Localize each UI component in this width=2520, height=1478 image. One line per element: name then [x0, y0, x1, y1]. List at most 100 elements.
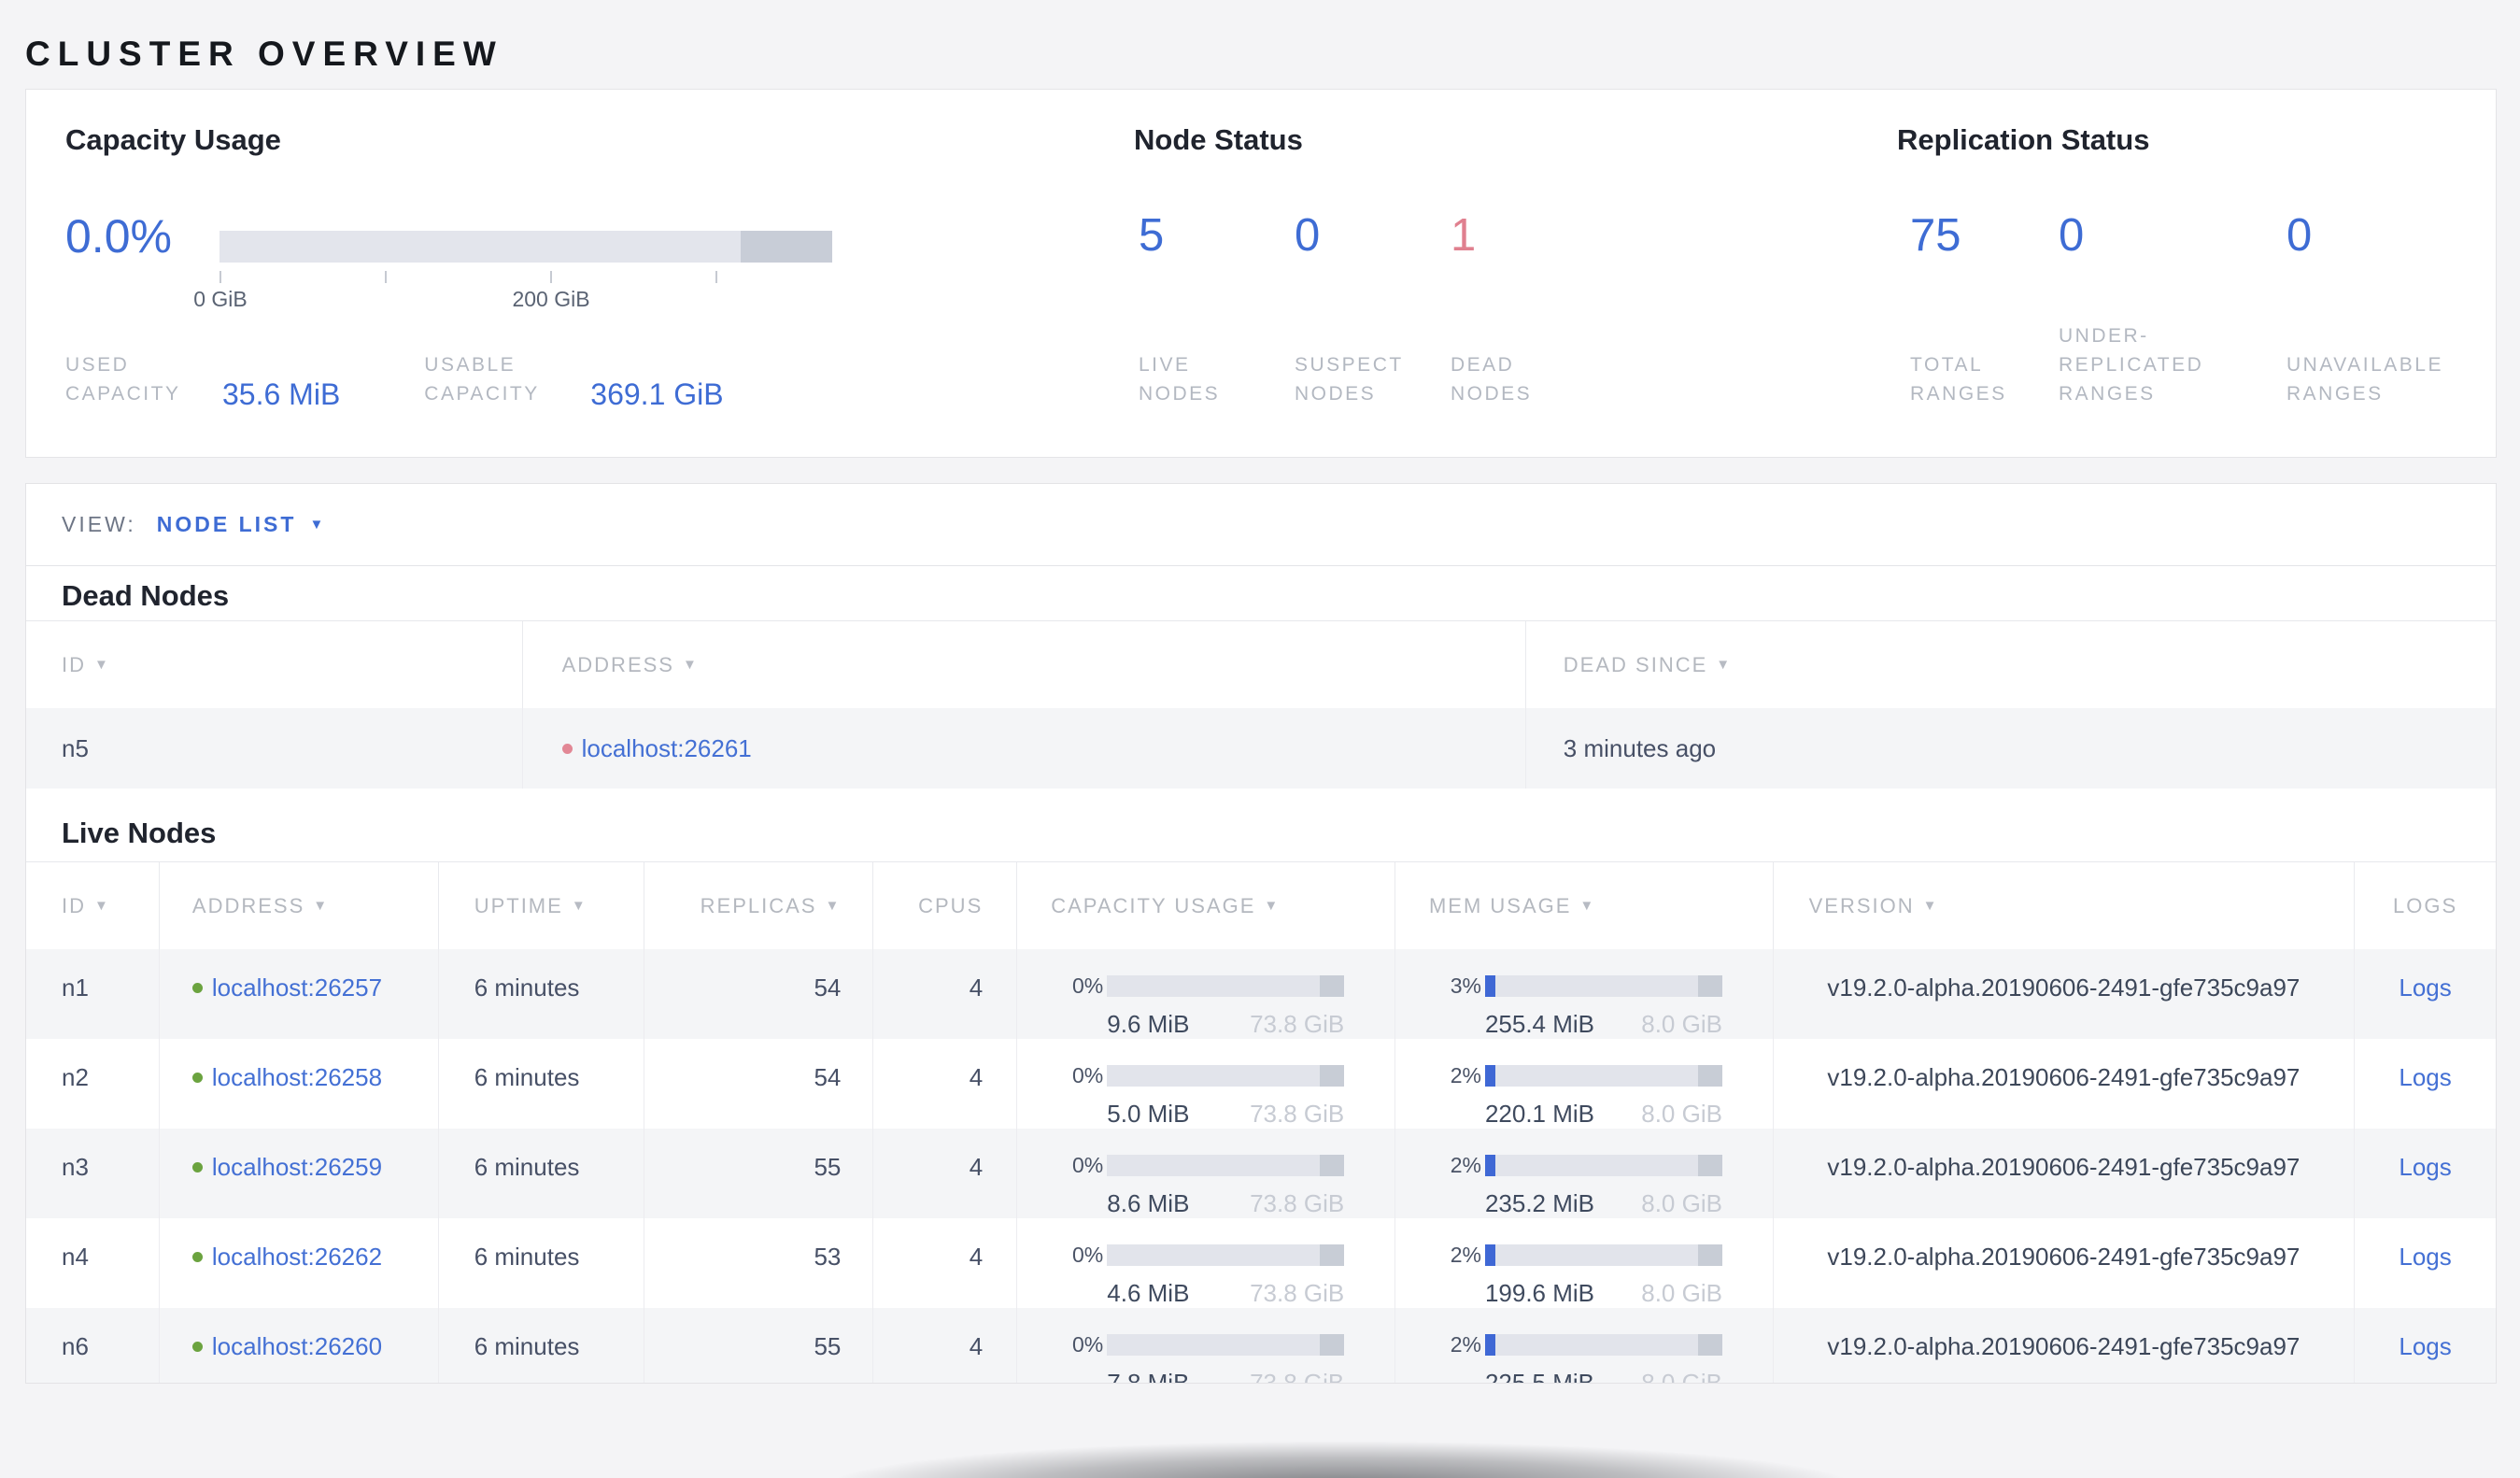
- cpus-cell: 4: [873, 1129, 1018, 1218]
- node-address-link[interactable]: localhost:26257: [212, 972, 382, 1003]
- sort-icon: ▼: [1716, 657, 1733, 673]
- column-header-logs: LOGS: [2392, 893, 2458, 917]
- logs-cell: Logs: [2355, 949, 2496, 1039]
- capacity-used-value: 8.6 MiB: [1107, 1189, 1190, 1217]
- replicas-cell: 53: [644, 1218, 874, 1308]
- total-ranges-count: 75: [1910, 210, 1961, 261]
- capacity-percent-label: 0%: [1072, 973, 1104, 998]
- uptime-cell: 6 minutes: [439, 1218, 644, 1308]
- node-id-cell: n6: [26, 1308, 160, 1383]
- logs-cell: Logs: [2355, 1129, 2496, 1218]
- logs-link[interactable]: Logs: [2399, 973, 2451, 1002]
- capacity-bar-dark: [740, 231, 832, 263]
- dead-nodes-table-body: n5 localhost:26261 3 minutes ago: [26, 708, 2496, 789]
- usable-capacity-value: 369.1 GiB: [590, 377, 724, 411]
- column-header-address[interactable]: ADDRESS ▼: [523, 621, 1526, 708]
- capacity-percent-label: 0%: [1072, 1243, 1104, 1267]
- logs-link[interactable]: Logs: [2399, 1243, 2451, 1271]
- live-nodes-heading: Live Nodes: [62, 817, 217, 849]
- chevron-down-icon[interactable]: ▼: [309, 517, 323, 533]
- column-header-id[interactable]: ID ▼: [26, 862, 160, 949]
- mem-total-value: 8.0 GiB: [1641, 1010, 1722, 1038]
- sort-icon: ▼: [682, 657, 699, 673]
- mem-percent-label: 3%: [1450, 973, 1481, 998]
- mem-used-value: 199.6 MiB: [1484, 1279, 1595, 1307]
- capacity-usage-cell: 0% 4.6 MiB 73.8 GiB: [1017, 1218, 1395, 1308]
- axis-label-0gib: 0 GiB: [193, 287, 248, 311]
- node-address-link[interactable]: localhost:26262: [212, 1241, 382, 1272]
- uptime-cell: 6 minutes: [439, 949, 644, 1039]
- usable-capacity-label: USABLE CAPACITY: [424, 354, 540, 405]
- column-header-capacity-usage[interactable]: CAPACITY USAGE ▼: [1017, 862, 1395, 949]
- capacity-used-value: 4.6 MiB: [1107, 1279, 1190, 1307]
- page-title: CLUSTER OVERVIEW: [25, 34, 503, 73]
- column-header-address[interactable]: ADDRESS ▼: [160, 862, 439, 949]
- live-node-row: n6 localhost:26260 6 minutes 55 4 0% 7.8…: [26, 1308, 2496, 1384]
- node-address-cell: localhost:26261: [523, 708, 1526, 789]
- sort-icon: ▼: [1579, 898, 1596, 914]
- replication-values: 75 0 0: [1910, 209, 2520, 262]
- mem-used-value: 225.5 MiB: [1484, 1369, 1595, 1384]
- capacity-total-value: 73.8 GiB: [1250, 1189, 1345, 1217]
- mem-usage-cell: 2% 225.5 MiB 8.0 GiB: [1395, 1308, 1774, 1384]
- node-address-link[interactable]: localhost:26261: [582, 734, 752, 763]
- capacity-usage-cell: 0% 9.6 MiB 73.8 GiB: [1017, 949, 1395, 1039]
- mem-percent-label: 2%: [1450, 1063, 1481, 1087]
- mem-usage-cell: 2% 199.6 MiB 8.0 GiB: [1395, 1218, 1774, 1308]
- node-address-cell: localhost:26259: [160, 1129, 439, 1218]
- column-header-id[interactable]: ID ▼: [26, 621, 523, 708]
- dead-nodes-heading: Dead Nodes: [62, 579, 230, 612]
- logs-link[interactable]: Logs: [2399, 1063, 2451, 1091]
- mem-total-value: 8.0 GiB: [1641, 1189, 1722, 1217]
- node-status-heading: Node Status: [1134, 123, 1303, 156]
- capacity-usage-cell: 0% 8.6 MiB 73.8 GiB: [1017, 1129, 1395, 1218]
- column-header-dead-since[interactable]: DEAD SINCE ▼: [1526, 621, 2496, 708]
- capacity-usage-cell: 0% 7.8 MiB 73.8 GiB: [1017, 1308, 1395, 1383]
- cpus-cell: 4: [873, 1218, 1018, 1308]
- capacity-percent-label: 0%: [1072, 1153, 1104, 1177]
- dead-since-cell: 3 minutes ago: [1563, 733, 1717, 762]
- node-address-link[interactable]: localhost:26258: [212, 1061, 382, 1093]
- logs-cell: Logs: [2355, 1039, 2496, 1129]
- capacity-bar: [219, 231, 832, 263]
- used-capacity-value: 35.6 MiB: [222, 377, 341, 411]
- sort-icon: ▼: [1264, 898, 1281, 914]
- node-address-cell: localhost:26262: [160, 1218, 439, 1308]
- dead-nodes-count: 1: [1451, 210, 1477, 261]
- column-header-mem-usage[interactable]: MEM USAGE ▼: [1395, 862, 1774, 949]
- mem-usage-bar: [1484, 1064, 1722, 1087]
- mem-total-value: 8.0 GiB: [1641, 1369, 1722, 1384]
- view-dropdown[interactable]: NODE LIST: [157, 512, 297, 537]
- node-address-link[interactable]: localhost:26260: [212, 1330, 382, 1362]
- live-status-icon: [191, 982, 203, 993]
- node-id-cell: n2: [26, 1039, 160, 1129]
- used-capacity-label: USED CAPACITY: [65, 354, 181, 405]
- capacity-percent-label: 0%: [1072, 1063, 1104, 1087]
- logs-link[interactable]: Logs: [2399, 1153, 2451, 1181]
- dead-nodes-table-header: ID ▼ ADDRESS ▼ DEAD SINCE ▼: [26, 620, 2496, 708]
- mem-usage-cell: 2% 235.2 MiB 8.0 GiB: [1395, 1129, 1774, 1218]
- used-capacity-stat: USED CAPACITY 35.6 MiB: [65, 350, 341, 411]
- under-replicated-label: UNDER-REPLICATED RANGES: [2059, 325, 2204, 405]
- mem-usage-bar: [1484, 1154, 1722, 1176]
- replication-status-heading: Replication Status: [1897, 123, 2150, 156]
- column-header-cpus[interactable]: CPUS: [873, 862, 1018, 949]
- capacity-axis-ticks: [219, 271, 832, 283]
- version-cell: v19.2.0-alpha.20190606-2491-gfe735c9a97: [1774, 1039, 2356, 1129]
- capacity-usage-cell: 0% 5.0 MiB 73.8 GiB: [1017, 1039, 1395, 1129]
- logs-link[interactable]: Logs: [2399, 1332, 2451, 1360]
- sort-icon: ▼: [94, 898, 110, 914]
- axis-label-200gib: 200 GiB: [512, 287, 590, 311]
- mem-usage-bar: [1484, 974, 1722, 997]
- replication-labels: TOTAL RANGES UNDER-REPLICATED RANGES UNA…: [1910, 320, 2520, 408]
- uptime-cell: 6 minutes: [439, 1039, 644, 1129]
- node-address-link[interactable]: localhost:26259: [212, 1151, 382, 1183]
- capacity-usage-heading: Capacity Usage: [65, 123, 281, 156]
- column-header-version[interactable]: VERSION ▼: [1774, 862, 2356, 949]
- version-cell: v19.2.0-alpha.20190606-2491-gfe735c9a97: [1774, 1129, 2356, 1218]
- cluster-summary-card: Capacity Usage 0.0% 0 GiB 200 GiB USED C…: [25, 89, 2497, 458]
- live-status-icon: [191, 1341, 203, 1352]
- column-header-replicas[interactable]: REPLICAS ▼: [644, 862, 874, 949]
- node-id-cell: n4: [26, 1218, 160, 1308]
- column-header-uptime[interactable]: UPTIME ▼: [439, 862, 644, 949]
